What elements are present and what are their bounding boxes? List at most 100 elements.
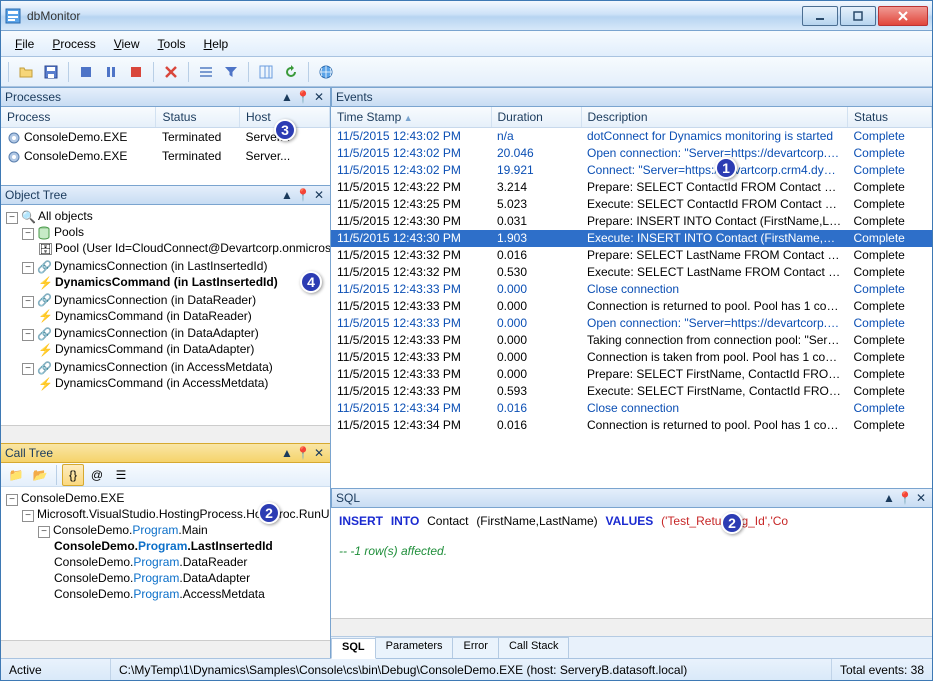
pin-icon[interactable]: 📍 xyxy=(898,491,912,505)
open-icon[interactable] xyxy=(15,61,37,83)
event-row[interactable]: 11/5/2015 12:43:02 PM20.046Open connecti… xyxy=(331,145,932,162)
close-icon[interactable]: ✕ xyxy=(312,446,326,460)
tree-node[interactable]: ConsoleDemo.Program.Main xyxy=(53,523,208,537)
connection-icon: 🔗 xyxy=(37,327,51,341)
column-header-duration[interactable]: Duration xyxy=(491,107,581,128)
tree-node[interactable]: ConsoleDemo.Program.DataReader xyxy=(54,555,247,569)
tree-node[interactable]: ConsoleDemo.Program.LastInsertedId xyxy=(54,539,273,553)
tree-node[interactable]: ConsoleDemo.Program.AccessMetdata xyxy=(54,587,265,601)
chevron-up-icon[interactable]: ▲ xyxy=(280,90,294,104)
expand-toggle[interactable]: − xyxy=(22,296,34,308)
annotation-marker: 3 xyxy=(274,119,296,141)
expand-toggle[interactable]: − xyxy=(22,329,34,341)
menu-help[interactable]: Help xyxy=(196,34,237,54)
events-grid[interactable]: Time Stamp Duration Description Status 1… xyxy=(331,107,932,488)
event-row[interactable]: 11/5/2015 12:43:33 PM0.593Execute: SELEC… xyxy=(331,383,932,400)
event-row[interactable]: 11/5/2015 12:43:33 PM0.000Open connectio… xyxy=(331,315,932,332)
event-row[interactable]: 11/5/2015 12:43:33 PM0.000Connection is … xyxy=(331,349,932,366)
minimize-button[interactable] xyxy=(802,6,838,26)
expand-toggle[interactable]: − xyxy=(22,228,34,240)
expand-toggle[interactable]: − xyxy=(22,262,34,274)
globe-icon[interactable] xyxy=(315,61,337,83)
tab-callstack[interactable]: Call Stack xyxy=(498,637,570,658)
pin-icon[interactable]: 📍 xyxy=(296,446,310,460)
event-row[interactable]: 11/5/2015 12:43:02 PMn/adotConnect for D… xyxy=(331,128,932,145)
stop-red-icon[interactable] xyxy=(125,61,147,83)
event-row[interactable]: 11/5/2015 12:43:33 PM0.000Prepare: SELEC… xyxy=(331,366,932,383)
expand-toggle[interactable]: − xyxy=(22,510,34,522)
table-row[interactable]: ConsoleDemo.EXETerminatedServer... xyxy=(1,147,330,166)
sql-text[interactable]: INSERT INTO Contact (FirstName,LastName)… xyxy=(331,508,932,618)
pin-icon[interactable]: 📍 xyxy=(296,90,310,104)
event-row[interactable]: 11/5/2015 12:43:22 PM3.214Prepare: SELEC… xyxy=(331,179,932,196)
pin-icon[interactable]: 📍 xyxy=(296,188,310,202)
command-icon: ⚡ xyxy=(38,343,52,357)
command-icon: ⚡ xyxy=(38,276,52,290)
column-header-status[interactable]: Status xyxy=(156,107,240,128)
close-icon[interactable]: ✕ xyxy=(914,491,928,505)
close-icon[interactable]: ✕ xyxy=(312,90,326,104)
column-header-timestamp[interactable]: Time Stamp xyxy=(331,107,491,128)
status-bar: Active C:\MyTemp\1\Dynamics\Samples\Cons… xyxy=(1,658,932,680)
close-button[interactable] xyxy=(878,6,928,26)
braces-icon[interactable]: {} xyxy=(62,464,84,486)
horizontal-scrollbar[interactable] xyxy=(1,425,330,443)
status-total: Total events: 38 xyxy=(832,659,932,680)
processes-panel-header[interactable]: Processes ▲ 📍 ✕ xyxy=(1,87,330,107)
expand-toggle[interactable]: − xyxy=(6,494,18,506)
expand-toggle[interactable]: − xyxy=(6,212,18,224)
event-row[interactable]: 11/5/2015 12:43:33 PM0.000Close connecti… xyxy=(331,281,932,298)
refresh-icon[interactable] xyxy=(280,61,302,83)
event-row[interactable]: 11/5/2015 12:43:02 PM19.921Connect: "Ser… xyxy=(331,162,932,179)
object-tree-panel[interactable]: −🔍All objects −Pools 🗄Pool (User Id=Clou… xyxy=(1,205,330,425)
tree-node[interactable]: ConsoleDemo.Program.DataAdapter xyxy=(54,571,250,585)
call-tree-panel[interactable]: −ConsoleDemo.EXE −Microsoft.VisualStudio… xyxy=(1,487,330,640)
at-sign-icon[interactable]: @ xyxy=(86,464,108,486)
pause-icon[interactable] xyxy=(100,61,122,83)
menu-view[interactable]: View xyxy=(106,34,148,54)
event-row[interactable]: 11/5/2015 12:43:32 PM0.016Prepare: SELEC… xyxy=(331,247,932,264)
list-icon[interactable] xyxy=(195,61,217,83)
folder-icon[interactable]: 📁 xyxy=(5,464,27,486)
column-header-status[interactable]: Status xyxy=(848,107,932,128)
event-row[interactable]: 11/5/2015 12:43:34 PM0.016Close connecti… xyxy=(331,400,932,417)
column-header-description[interactable]: Description xyxy=(581,107,848,128)
horizontal-scrollbar[interactable] xyxy=(1,640,330,658)
events-panel-header[interactable]: Events xyxy=(331,87,932,107)
event-row[interactable]: 11/5/2015 12:43:33 PM0.000Connection is … xyxy=(331,298,932,315)
annotation-marker: 2 xyxy=(721,512,743,534)
filter-icon[interactable] xyxy=(220,61,242,83)
maximize-button[interactable] xyxy=(840,6,876,26)
menu-tools[interactable]: Tools xyxy=(150,34,194,54)
chevron-up-icon[interactable]: ▲ xyxy=(280,188,294,202)
sql-panel-header[interactable]: SQL ▲ 📍 ✕ xyxy=(331,488,932,508)
save-icon[interactable] xyxy=(40,61,62,83)
call-tree-header[interactable]: Call Tree ▲ 📍 ✕ xyxy=(1,443,330,463)
event-row[interactable]: 11/5/2015 12:43:34 PM0.016Connection is … xyxy=(331,417,932,434)
menu-file[interactable]: File xyxy=(7,34,42,54)
delete-x-icon[interactable] xyxy=(160,61,182,83)
chevron-up-icon[interactable]: ▲ xyxy=(280,446,294,460)
close-icon[interactable]: ✕ xyxy=(312,188,326,202)
event-row[interactable]: 11/5/2015 12:43:32 PM0.530Execute: SELEC… xyxy=(331,264,932,281)
chevron-up-icon[interactable]: ▲ xyxy=(882,491,896,505)
event-row[interactable]: 11/5/2015 12:43:25 PM5.023Execute: SELEC… xyxy=(331,196,932,213)
event-row[interactable]: 11/5/2015 12:43:30 PM1.903Execute: INSER… xyxy=(331,230,932,247)
event-row[interactable]: 11/5/2015 12:43:33 PM0.000Taking connect… xyxy=(331,332,932,349)
columns-icon[interactable] xyxy=(255,61,277,83)
search-icon: 🔍 xyxy=(21,210,35,224)
object-tree-header[interactable]: Object Tree ▲ 📍 ✕ xyxy=(1,185,330,205)
list-icon[interactable]: ☰ xyxy=(110,464,132,486)
expand-toggle[interactable]: − xyxy=(38,526,50,538)
expand-toggle[interactable]: − xyxy=(22,363,34,375)
status-path: C:\MyTemp\1\Dynamics\Samples\Console\cs\… xyxy=(111,659,832,680)
menu-process[interactable]: Process xyxy=(44,34,103,54)
tab-sql[interactable]: SQL xyxy=(331,638,376,659)
column-header-process[interactable]: Process xyxy=(1,107,156,128)
event-row[interactable]: 11/5/2015 12:43:30 PM0.031Prepare: INSER… xyxy=(331,213,932,230)
horizontal-scrollbar[interactable] xyxy=(331,618,932,636)
tab-error[interactable]: Error xyxy=(452,637,498,658)
folder-open-icon[interactable]: 📂 xyxy=(29,464,51,486)
stop-icon[interactable] xyxy=(75,61,97,83)
tab-parameters[interactable]: Parameters xyxy=(375,637,454,658)
